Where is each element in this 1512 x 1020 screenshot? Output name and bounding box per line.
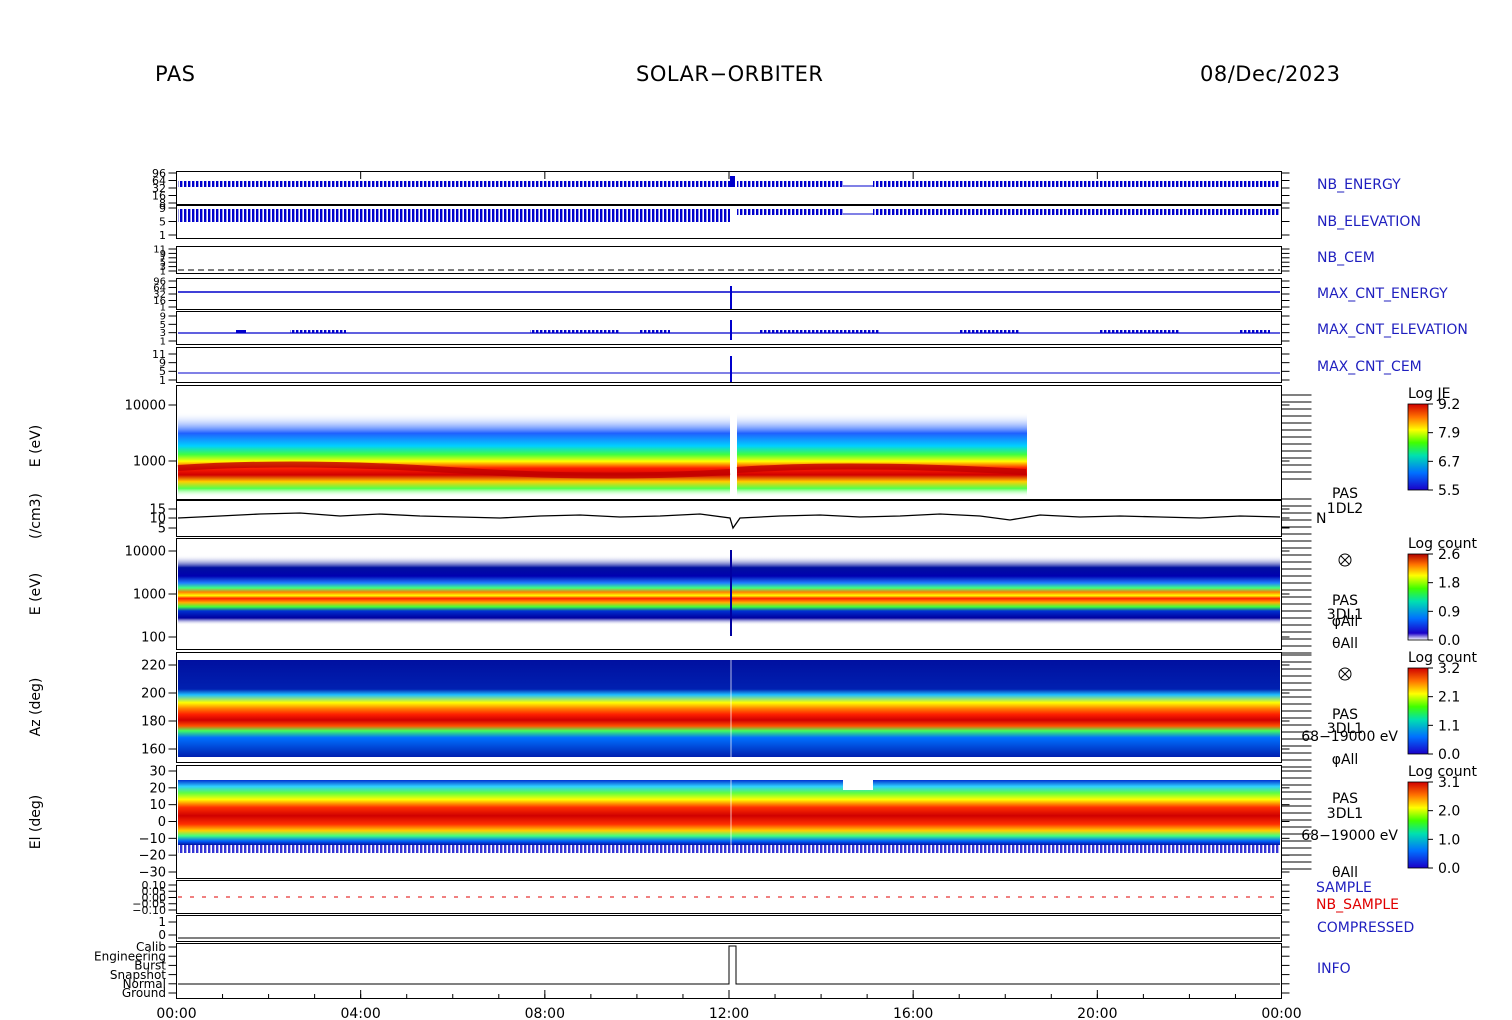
trace-max-cnt-cem	[178, 356, 1280, 382]
x-tick-label: 16:00	[893, 1006, 933, 1020]
frame-max-cnt-energy	[176, 278, 1282, 310]
y-tick-label-compressed: 1	[158, 915, 166, 929]
colorbar-tick-label-pas-1dl2: 7.9	[1438, 426, 1460, 442]
side-label-pas-3dl1-elevation: PAS	[1332, 791, 1358, 807]
panel-label-info: INFO	[1317, 961, 1351, 977]
side-label-pas-3dl1-azimuth: φAll	[1332, 752, 1359, 768]
colorbar-tick-label-pas-1dl2: 5.5	[1438, 483, 1460, 499]
ylabel-pas-3dl1-azimuth: Az (deg)	[28, 678, 44, 737]
colorbar-tick-label-pas-3dl1-azimuth: 3.2	[1438, 661, 1460, 677]
y-tick-label-pas-3dl1-elevation: −20	[139, 849, 166, 864]
y-tick-label-nb-elevation: 9	[159, 202, 166, 215]
colorbar-tick-label-pas-3dl1-elevation: 2.0	[1438, 804, 1460, 820]
colorbar-tick-label-pas-3dl1-elevation: 3.1	[1438, 775, 1460, 791]
x-tick-label: 08:00	[525, 1006, 565, 1020]
frame-nb-cem	[176, 246, 1282, 274]
panel-label-compressed: COMPRESSED	[1317, 920, 1414, 936]
trace-density	[177, 512, 1281, 530]
x-tick-label: 00:00	[1261, 1006, 1301, 1020]
y-tick-label-pas-3dl1-elevation: 30	[149, 765, 166, 780]
panel-label-nb-sample: NB_SAMPLE	[1316, 897, 1399, 913]
cross-circle-icon	[1338, 553, 1352, 567]
trace-max-cnt-elevation	[178, 320, 1280, 340]
side-label-pas-3dl1-elevation: 68−19000 eV	[1301, 828, 1398, 844]
colorbar-log-count-azimuth	[1407, 667, 1429, 755]
y-tick-label-nb-elevation: 1	[159, 229, 166, 242]
y-tick-label-pas-3dl1-azimuth: 180	[141, 715, 166, 730]
colorbar-tick-label-pas-3dl1-azimuth: 1.1	[1438, 718, 1460, 734]
y-tick-label-pas-3dl1-azimuth: 160	[141, 743, 166, 758]
spectrogram-pas-3dl1-elevation	[178, 775, 1280, 855]
panel-label-max-cnt-cem: MAX_CNT_CEM	[1317, 359, 1422, 375]
ylabel-pas-1dl2: E (eV)	[28, 425, 44, 467]
side-label-pas-3dl1-elevation: θAll	[1332, 865, 1358, 881]
side-label-density: PAS	[1332, 486, 1358, 502]
y-tick-label-pas-3dl1-energy: 100	[141, 631, 166, 646]
colorbar-tick-label-pas-3dl1-azimuth: 0.0	[1438, 747, 1460, 763]
frame-max-cnt-cem	[176, 347, 1282, 383]
y-tick-label-pas-1dl2: 10000	[125, 399, 166, 414]
spectrogram-pas-1dl2	[177, 412, 1027, 497]
y-tick-label-pas-3dl1-azimuth: 220	[141, 659, 166, 674]
y-tick-label-info: Ground	[122, 986, 166, 1000]
y-tick-label-nb-elevation: 5	[159, 215, 166, 228]
spectrogram-pas-3dl1-azimuth	[178, 660, 1280, 757]
y-tick-label-pas-3dl1-elevation: −10	[139, 832, 166, 847]
y-tick-label-pas-3dl1-azimuth: 200	[141, 687, 166, 702]
y-tick-label-pas-3dl1-elevation: 10	[149, 798, 166, 813]
panel-label-nb-energy: NB_ENERGY	[1317, 177, 1401, 193]
y-tick-label-density: 5	[158, 522, 166, 537]
colorbar-tick-label-pas-3dl1-energy: 2.6	[1438, 547, 1460, 563]
side-label-pas-3dl1-azimuth: 68−19000 eV	[1301, 729, 1398, 745]
x-tick-label: 20:00	[1077, 1006, 1117, 1020]
colorbar-log-count-energy	[1407, 553, 1429, 641]
x-tick-label: 12:00	[709, 1006, 749, 1020]
colorbar-tick-label-pas-3dl1-energy: 1.8	[1438, 576, 1460, 592]
trace-info	[178, 945, 1280, 985]
panel-label-nb-elevation: NB_ELEVATION	[1317, 214, 1421, 230]
side-label-density: 1DL2	[1327, 501, 1363, 517]
colorbar-tick-label-pas-3dl1-elevation: 0.0	[1438, 861, 1460, 877]
side-label-density: N	[1316, 511, 1326, 527]
y-tick-label-pas-3dl1-energy: 1000	[133, 588, 166, 603]
cross-circle-icon	[1338, 667, 1352, 681]
panel-label-max-cnt-elevation: MAX_CNT_ELEVATION	[1317, 322, 1468, 338]
side-label-pas-3dl1-energy: φAll	[1332, 614, 1359, 630]
spectrogram-pas-3dl1-energy	[178, 550, 1280, 636]
trace-nb-elevation	[178, 209, 1280, 222]
y-tick-label-pas-1dl2: 1000	[133, 455, 166, 470]
colorbar-tick-label-pas-3dl1-azimuth: 2.1	[1438, 690, 1460, 706]
x-tick-label: 00:00	[156, 1006, 196, 1020]
ylabel-pas-3dl1-energy: E (eV)	[28, 573, 44, 615]
y-tick-label-pas-3dl1-energy: 10000	[125, 545, 166, 560]
x-tick-label: 04:00	[340, 1006, 380, 1020]
frame-max-cnt-elevation	[176, 311, 1282, 345]
summary-plot: E (eV) (/cm3) E (eV) Az (deg) El (deg) 9…	[28, 167, 1477, 1020]
panel-label-max-cnt-energy: MAX_CNT_ENERGY	[1317, 286, 1448, 302]
panel-label-nb-cem: NB_CEM	[1317, 250, 1375, 266]
ylabel-density: (/cm3)	[28, 493, 44, 539]
y-tick-label-max-cnt-elevation: 1	[160, 337, 166, 348]
colorbar-tick-label-pas-3dl1-energy: 0.0	[1438, 633, 1460, 649]
y-tick-label-pas-3dl1-elevation: 0	[158, 815, 166, 830]
ylabel-pas-3dl1-elevation: El (deg)	[28, 795, 44, 850]
trace-max-cnt-energy	[178, 286, 1280, 309]
colorbar-tick-label-pas-1dl2: 9.2	[1438, 397, 1460, 413]
colorbar-tick-label-pas-3dl1-elevation: 1.0	[1438, 832, 1460, 848]
panel-label-sample: SAMPLE	[1316, 880, 1372, 896]
side-label-pas-3dl1-elevation: 3DL1	[1327, 806, 1363, 822]
y-tick-label-max-cnt-cem: 1	[159, 374, 166, 387]
colorbar-log-count-elevation	[1407, 781, 1429, 869]
colorbar-tick-label-pas-1dl2: 6.7	[1438, 454, 1460, 470]
side-label-pas-3dl1-energy: θAll	[1332, 636, 1358, 652]
y-tick-label-pas-3dl1-elevation: 20	[149, 781, 166, 796]
colorbar-tick-label-pas-3dl1-energy: 0.9	[1438, 604, 1460, 620]
colorbar-log-je	[1407, 403, 1429, 491]
